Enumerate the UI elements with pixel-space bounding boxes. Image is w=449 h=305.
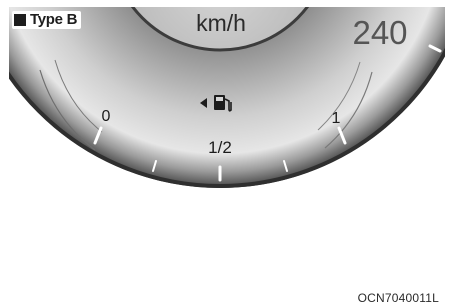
black-square-icon xyxy=(14,14,26,26)
type-badge-label: Type B xyxy=(30,11,78,28)
type-badge: Type B xyxy=(12,11,82,29)
instrument-cluster-illustration: km/h 240 0 1/2 1 Type B xyxy=(0,0,449,305)
fuel-empty-label: 0 xyxy=(102,108,111,125)
fuel-half-label: 1/2 xyxy=(208,138,232,157)
gauge-artwork: km/h 240 0 1/2 1 xyxy=(9,7,445,265)
speed-unit-label: km/h xyxy=(196,10,246,36)
figure-code: OCN7040011L xyxy=(357,291,439,305)
speed-max-label: 240 xyxy=(352,14,407,51)
fuel-full-label: 1 xyxy=(332,110,341,127)
